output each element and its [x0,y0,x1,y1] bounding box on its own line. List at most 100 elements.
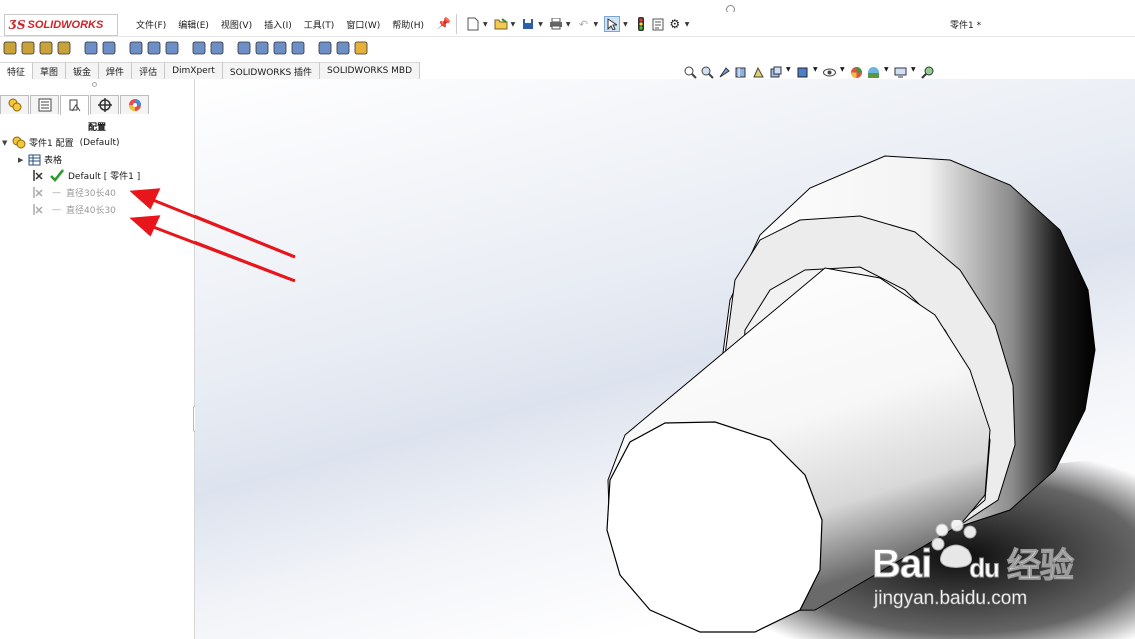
menu-bar: 文件(F) 编辑(E) 视图(V) 插入(I) 工具(T) 窗口(W) 帮助(H… [136,18,436,31]
curves-icon[interactable] [336,41,350,55]
tree-root[interactable]: ▼ 零件1 配置 (Default) [2,135,120,150]
instant3d-icon[interactable] [354,41,368,55]
fillet-icon[interactable] [147,41,161,55]
new-document-icon[interactable] [466,17,480,31]
edit-appearance-icon[interactable] [850,66,863,79]
dimxpert-manager-tab[interactable] [90,95,119,114]
view-orientation-icon[interactable] [769,66,782,79]
chevron-down-icon[interactable]: ▼ [483,21,488,28]
config-item-label: 直径30长40 [66,189,116,199]
panel-collapse-icon[interactable] [92,82,97,87]
mirror-icon[interactable] [291,41,305,55]
separator-dash: — [52,204,61,215]
gear-icon[interactable]: ⚙ [668,17,682,31]
revolved-boss-icon[interactable] [21,41,35,55]
render-tools-icon[interactable] [921,66,934,79]
document-title: 零件1 * [950,21,982,31]
tab-solidworks-addins[interactable]: SOLIDWORKS 插件 [222,63,321,79]
hide-show-items-icon[interactable] [823,66,836,79]
section-view-icon[interactable] [735,66,748,79]
display-manager-tab[interactable] [120,95,149,114]
swept-boss-icon[interactable] [39,41,53,55]
chevron-down-icon[interactable]: ▼ [813,66,819,79]
rib-icon[interactable] [192,41,206,55]
linear-pattern-icon[interactable] [165,41,179,55]
display-style-icon[interactable] [796,66,809,79]
menu-view[interactable]: 视图(V) [221,18,252,31]
menu-file[interactable]: 文件(F) [136,18,166,31]
expand-arrow-icon[interactable]: ▶ [18,156,24,164]
property-manager-tab[interactable] [30,95,59,114]
chevron-down-icon[interactable]: ▼ [594,21,599,28]
swept-cut-icon[interactable] [129,41,143,55]
config-item-d30-l40[interactable]: — 直径30长40 [32,185,116,200]
dynamic-annotation-icon[interactable] [752,66,765,79]
menu-window[interactable]: 窗口(W) [346,18,380,31]
dimxpert-manager-icon [97,98,112,112]
tree-item-label: 表格 [44,156,63,166]
config-item-default[interactable]: Default [ 零件1 ] [32,168,140,183]
panel-title: 配置 [87,123,106,133]
intersect-icon[interactable] [273,41,287,55]
chevron-down-icon[interactable]: ▼ [623,21,628,28]
revolved-cut-icon[interactable] [102,41,116,55]
part-configurations-icon [12,136,26,149]
save-icon[interactable] [521,17,535,31]
menu-help[interactable]: 帮助(H) [392,18,424,31]
print-icon[interactable] [549,17,563,31]
chevron-down-icon[interactable]: ▼ [538,21,543,28]
window-top-strip [0,0,1135,14]
configuration-manager-icon [69,99,80,111]
pin-menu-icon[interactable]: 📌 [437,17,451,30]
shell-icon[interactable] [237,41,251,55]
tab-features[interactable]: 特征 [0,63,34,79]
hole-wizard-icon[interactable] [84,41,98,55]
chevron-down-icon[interactable]: ▼ [786,66,792,79]
tab-sketch[interactable]: 草图 [33,63,67,79]
view-settings-icon[interactable] [894,66,907,79]
solidworks-logo[interactable]: ƷS SOLIDWORKS [4,14,118,36]
menu-insert[interactable]: 插入(I) [264,18,292,31]
reference-geometry-icon[interactable] [318,41,332,55]
apply-scene-icon[interactable] [867,66,880,79]
open-folder-icon[interactable] [494,17,508,31]
draft-icon[interactable] [210,41,224,55]
feature-manager-tab[interactable] [0,95,29,114]
config-item-d40-l30[interactable]: — 直径40长30 [32,202,116,217]
chevron-down-icon[interactable]: ▼ [566,21,571,28]
previous-view-icon[interactable] [718,66,731,79]
chevron-down-icon[interactable]: ▼ [911,66,917,79]
tree-root-label: 零件1 配置 [29,139,74,149]
tree-item-tables[interactable]: ▶ 表格 [18,152,62,167]
menu-tools[interactable]: 工具(T) [304,18,335,31]
feature-tools-icons[interactable] [0,37,520,61]
wrap-icon[interactable] [255,41,269,55]
tab-weldments[interactable]: 焊件 [99,63,133,79]
menu-edit[interactable]: 编辑(E) [178,18,209,31]
zoom-to-fit-icon[interactable] [684,66,697,79]
zoom-to-area-icon[interactable] [701,66,714,79]
config-marker-icon [33,170,43,181]
rebuild-icon[interactable] [634,17,648,31]
heads-up-view-toolbar: ▼ ▼ ▼ ▼ ▼ [684,66,938,79]
baidu-brand-bai: Bai [871,542,932,587]
tab-solidworks-mbd[interactable]: SOLIDWORKS MBD [320,63,421,79]
select-cursor-icon[interactable] [604,16,621,32]
tab-sheet-metal[interactable]: 钣金 [66,63,100,79]
extruded-cut-icon[interactable] [57,41,71,55]
tab-dimxpert[interactable]: DimXpert [165,63,223,79]
chevron-down-icon[interactable]: ▼ [685,21,690,28]
tables-icon [28,154,41,165]
config-item-label: Default [ 零件1 ] [68,172,141,182]
configuration-manager-tab[interactable] [60,95,89,115]
baidu-brand-jingyan: 经验 [1007,547,1075,586]
undo-icon[interactable]: ↶ [577,17,591,31]
chevron-down-icon[interactable]: ▼ [884,66,890,79]
chevron-down-icon[interactable]: ▼ [511,21,516,28]
display-manager-icon [128,99,141,111]
tab-evaluate[interactable]: 评估 [132,63,166,79]
extruded-boss-icon[interactable] [3,41,17,55]
expand-arrow-icon[interactable]: ▼ [2,139,8,147]
chevron-down-icon[interactable]: ▼ [840,66,846,79]
file-properties-icon[interactable] [651,17,665,31]
